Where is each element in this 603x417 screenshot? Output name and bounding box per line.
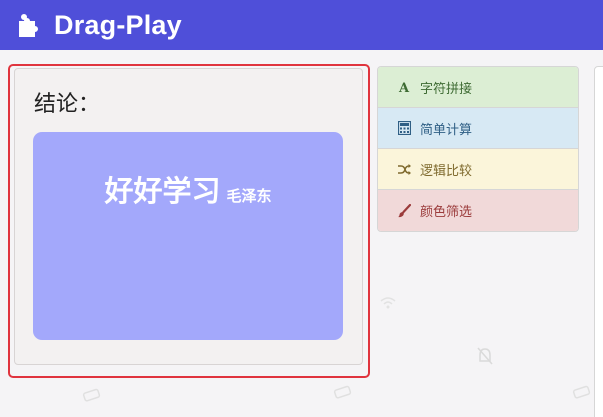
app-header: Drag-Play — [0, 0, 603, 50]
app-title: Drag-Play — [54, 9, 182, 40]
category-simple-calc[interactable]: 简单计算 — [378, 108, 578, 149]
conclusion-drop-zone[interactable]: 结论： 好好学习 毛泽东 — [14, 68, 363, 365]
shuffle-icon — [395, 163, 413, 176]
result-line: 好好学习 毛泽东 — [33, 168, 343, 210]
tag-doodle-icon — [333, 385, 352, 399]
font-a-icon: A — [395, 80, 413, 94]
bell-slash-doodle-icon — [477, 347, 493, 365]
tag-doodle-icon — [82, 388, 101, 402]
category-label: 逻辑比较 — [420, 163, 473, 179]
category-color-filter[interactable]: 颜色筛选 — [378, 190, 578, 231]
svg-text:A: A — [398, 81, 410, 94]
right-edge-panel — [594, 66, 603, 417]
result-card[interactable]: 好好学习 毛泽东 — [33, 132, 343, 340]
conclusion-title: 结论： — [34, 92, 101, 117]
category-logic-compare[interactable]: 逻辑比较 — [378, 149, 578, 190]
category-label: 颜色筛选 — [420, 205, 473, 220]
category-label: 简单计算 — [420, 122, 473, 138]
category-label: 字符拼接 — [420, 81, 473, 97]
calculator-icon — [395, 121, 413, 135]
paint-brush-icon — [395, 203, 413, 218]
result-text: 好好学习 — [104, 174, 221, 208]
category-panel: A 字符拼接 简单计算 逻辑比较 颜色筛选 — [377, 66, 579, 232]
tag-doodle-icon — [572, 385, 591, 399]
category-string-concat[interactable]: A 字符拼接 — [378, 67, 578, 108]
puzzle-icon — [16, 12, 42, 38]
wifi-doodle-icon — [380, 297, 396, 309]
result-author: 毛泽东 — [226, 187, 272, 205]
